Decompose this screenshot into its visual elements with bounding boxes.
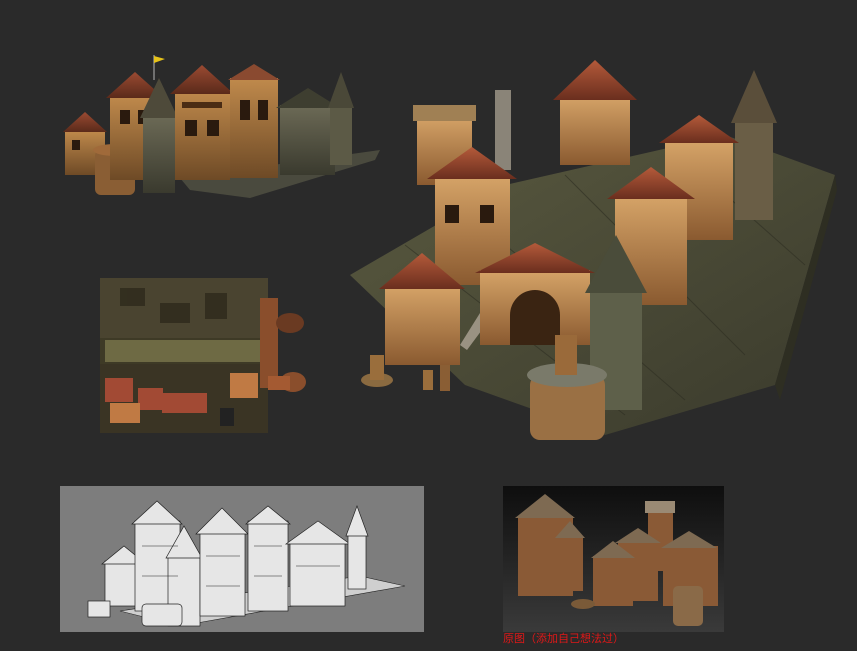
town-front-view-icon [63, 55, 380, 198]
town-perspective-view [345, 55, 840, 450]
reference-photo-icon [503, 486, 724, 632]
reference-photo [503, 486, 724, 632]
wireframe-view-icon [87, 500, 406, 627]
texture-top-view [100, 278, 310, 433]
town-front-view [30, 50, 385, 200]
town-perspective-view-icon [350, 60, 837, 440]
wireframe-view [60, 486, 424, 632]
texture-top-view-icon [100, 278, 306, 433]
reference-caption: 原图（添加自己想法过） [503, 632, 624, 645]
